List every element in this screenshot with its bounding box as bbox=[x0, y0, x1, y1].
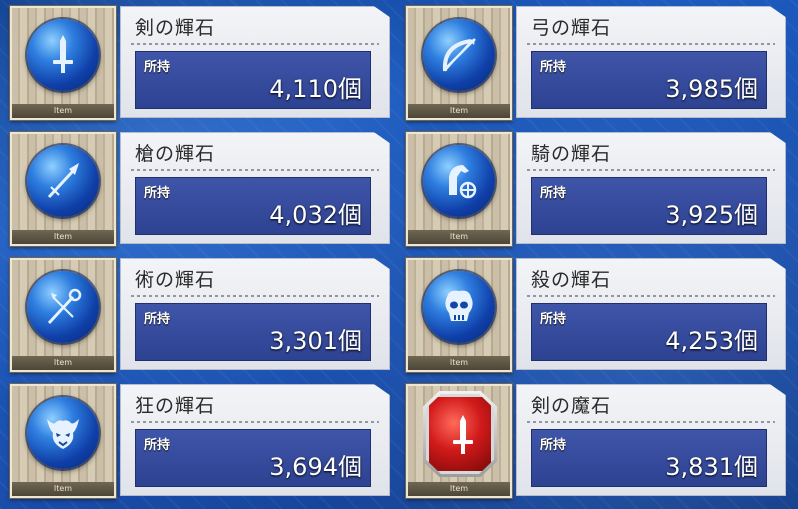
stock-box: 所持 3,694個 bbox=[135, 429, 371, 487]
blue-orb bbox=[27, 271, 99, 343]
divider bbox=[131, 421, 379, 423]
divider bbox=[527, 43, 775, 45]
item-info-panel: 弓の輝石 所持 3,985個 bbox=[516, 6, 786, 118]
item-thumbnail: Item bbox=[406, 6, 512, 120]
item-card-berserker-gem[interactable]: Item 狂の輝石 所持 3,694個 bbox=[4, 378, 390, 498]
item-name: 剣の魔石 bbox=[531, 395, 612, 417]
thumb-label: Item bbox=[408, 482, 510, 496]
stock-box: 所持 3,831個 bbox=[531, 429, 767, 487]
blue-orb bbox=[423, 271, 495, 343]
horse-icon bbox=[449, 165, 477, 199]
stock-box: 所持 3,301個 bbox=[135, 303, 371, 361]
item-grid: Item 剣の輝石 所持 4,110個 Item 弓の輝石 所持 3,985個 … bbox=[0, 0, 798, 509]
owned-label: 所持 bbox=[144, 312, 171, 327]
staff-icon bbox=[47, 288, 82, 325]
thumb-label: Item bbox=[408, 356, 510, 370]
owned-label: 所持 bbox=[540, 312, 567, 327]
owned-label: 所持 bbox=[540, 60, 567, 75]
item-info-panel: 狂の輝石 所持 3,694個 bbox=[120, 384, 390, 496]
item-name: 術の輝石 bbox=[135, 269, 216, 291]
item-thumbnail: Item bbox=[10, 258, 116, 372]
sword-icon bbox=[53, 35, 73, 73]
blue-orb bbox=[27, 397, 99, 469]
stock-box: 所持 4,032個 bbox=[135, 177, 371, 235]
bow-icon bbox=[442, 38, 476, 72]
blue-orb bbox=[423, 145, 495, 217]
divider bbox=[527, 421, 775, 423]
item-name: 殺の輝石 bbox=[531, 269, 612, 291]
sword-icon bbox=[453, 415, 473, 454]
item-name: 狂の輝石 bbox=[135, 395, 216, 417]
skull-icon bbox=[445, 290, 473, 321]
item-card-archer-gem[interactable]: Item 弓の輝石 所持 3,985個 bbox=[400, 0, 786, 120]
thumb-label: Item bbox=[408, 230, 510, 244]
divider bbox=[131, 295, 379, 297]
blue-orb bbox=[423, 19, 495, 91]
beast-icon bbox=[47, 419, 79, 449]
blue-orb bbox=[27, 145, 99, 217]
item-card-saber-magic-gem[interactable]: Item 剣の魔石 所持 3,831個 bbox=[400, 378, 786, 498]
item-card-lancer-gem[interactable]: Item 槍の輝石 所持 4,032個 bbox=[4, 126, 390, 246]
item-name: 剣の輝石 bbox=[135, 17, 216, 39]
owned-count: 4,110個 bbox=[269, 75, 362, 103]
owned-count: 3,831個 bbox=[665, 453, 758, 481]
stock-box: 所持 4,253個 bbox=[531, 303, 767, 361]
item-name: 騎の輝石 bbox=[531, 143, 612, 165]
blue-orb bbox=[27, 19, 99, 91]
divider bbox=[131, 43, 379, 45]
owned-label: 所持 bbox=[540, 186, 567, 201]
item-info-panel: 剣の輝石 所持 4,110個 bbox=[120, 6, 390, 118]
owned-label: 所持 bbox=[540, 438, 567, 453]
stock-box: 所持 4,110個 bbox=[135, 51, 371, 109]
item-thumbnail: Item bbox=[10, 6, 116, 120]
thumb-label: Item bbox=[408, 104, 510, 118]
owned-count: 4,032個 bbox=[269, 201, 362, 229]
thumb-label: Item bbox=[12, 230, 114, 244]
owned-label: 所持 bbox=[144, 438, 171, 453]
item-info-panel: 術の輝石 所持 3,301個 bbox=[120, 258, 390, 370]
divider bbox=[527, 295, 775, 297]
item-card-saber-gem[interactable]: Item 剣の輝石 所持 4,110個 bbox=[4, 0, 390, 120]
item-info-panel: 槍の輝石 所持 4,032個 bbox=[120, 132, 390, 244]
item-name: 弓の輝石 bbox=[531, 17, 612, 39]
item-card-rider-gem[interactable]: Item 騎の輝石 所持 3,925個 bbox=[400, 126, 786, 246]
item-thumbnail: Item bbox=[10, 384, 116, 498]
owned-label: 所持 bbox=[144, 60, 171, 75]
item-card-caster-gem[interactable]: Item 術の輝石 所持 3,301個 bbox=[4, 252, 390, 372]
item-name: 槍の輝石 bbox=[135, 143, 216, 165]
item-info-panel: 騎の輝石 所持 3,925個 bbox=[516, 132, 786, 244]
divider bbox=[527, 169, 775, 171]
item-thumbnail: Item bbox=[406, 132, 512, 246]
item-card-assassin-gem[interactable]: Item 殺の輝石 所持 4,253個 bbox=[400, 252, 786, 372]
red-gem bbox=[426, 394, 494, 474]
owned-label: 所持 bbox=[144, 186, 171, 201]
owned-count: 3,694個 bbox=[269, 453, 362, 481]
stock-box: 所持 3,985個 bbox=[531, 51, 767, 109]
item-thumbnail: Item bbox=[406, 258, 512, 372]
stock-box: 所持 3,925個 bbox=[531, 177, 767, 235]
item-thumbnail: Item bbox=[10, 132, 116, 246]
item-info-panel: 剣の魔石 所持 3,831個 bbox=[516, 384, 786, 496]
spear-icon bbox=[47, 163, 79, 199]
owned-count: 3,301個 bbox=[269, 327, 362, 355]
thumb-label: Item bbox=[12, 482, 114, 496]
thumb-label: Item bbox=[12, 356, 114, 370]
item-info-panel: 殺の輝石 所持 4,253個 bbox=[516, 258, 786, 370]
divider bbox=[131, 169, 379, 171]
owned-count: 3,985個 bbox=[665, 75, 758, 103]
owned-count: 4,253個 bbox=[665, 327, 758, 355]
thumb-label: Item bbox=[12, 104, 114, 118]
item-thumbnail: Item bbox=[406, 384, 512, 498]
owned-count: 3,925個 bbox=[665, 201, 758, 229]
